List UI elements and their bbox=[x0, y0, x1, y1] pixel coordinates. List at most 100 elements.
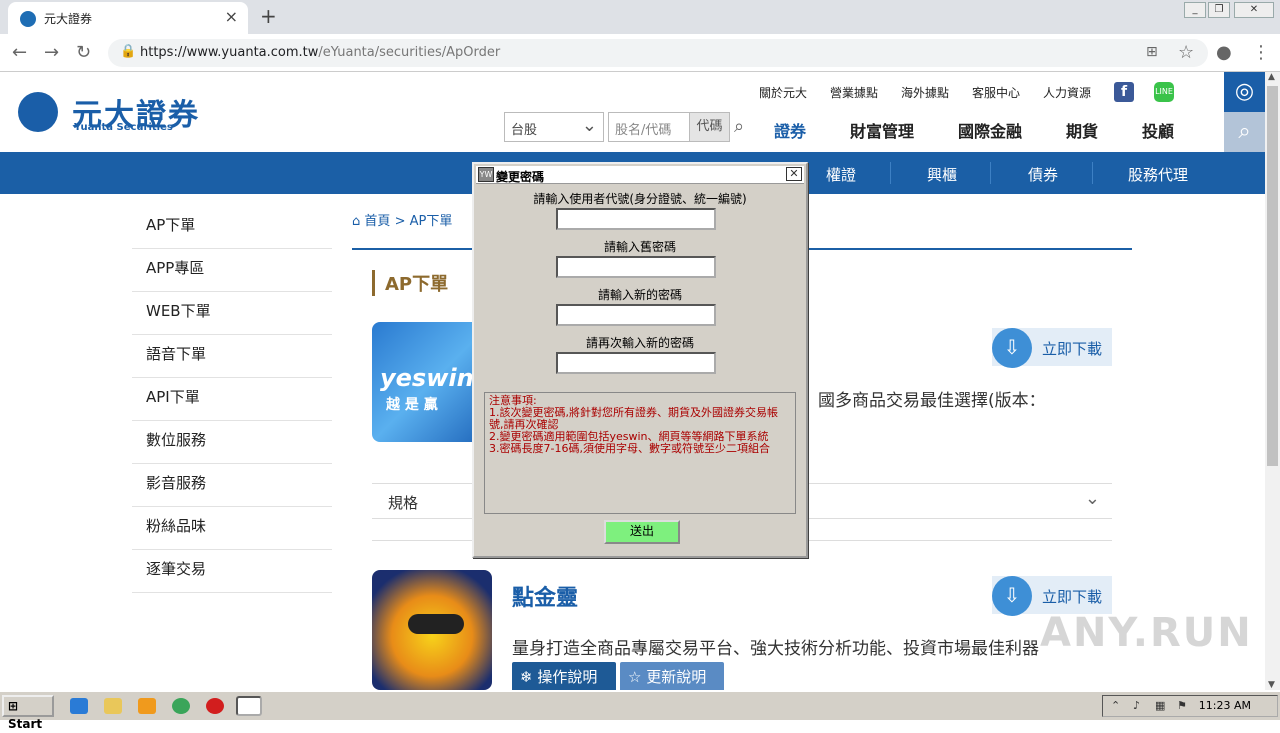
chevron-down-icon: ⌄ bbox=[1084, 488, 1100, 509]
top-link-overseas[interactable]: 海外據點 bbox=[901, 84, 949, 101]
opera-icon[interactable] bbox=[206, 698, 224, 714]
yeswin-task-icon[interactable] bbox=[236, 696, 262, 716]
ie-icon[interactable] bbox=[70, 698, 88, 714]
user-id-label: 請輸入使用者代號(身分證號、統一編號) bbox=[533, 192, 747, 206]
sidebar-item-voice-order[interactable]: 語音下單 bbox=[132, 335, 332, 378]
volume-icon[interactable]: ♪ bbox=[1133, 699, 1140, 712]
sidebar-item-tick-trading[interactable]: 逐筆交易 bbox=[132, 550, 332, 593]
main-nav-international[interactable]: 國際金融 bbox=[958, 118, 1022, 142]
menu-dots-icon[interactable]: ⋮ bbox=[1252, 42, 1270, 63]
logo-subtitle: Yuanta Securities bbox=[74, 122, 173, 133]
scroll-down-icon[interactable]: ▼ bbox=[1268, 680, 1275, 690]
translate-icon[interactable]: ⊞ bbox=[1146, 44, 1158, 60]
breadcrumb: ⌂ 首頁 > AP下單 bbox=[352, 210, 452, 229]
start-label: Start bbox=[8, 717, 43, 731]
user-id-input[interactable] bbox=[556, 208, 716, 230]
breadcrumb-current: AP下單 bbox=[409, 214, 453, 229]
main-nav-wealth[interactable]: 財富管理 bbox=[850, 118, 914, 142]
download-label: 立即下載 bbox=[1042, 340, 1103, 358]
back-icon[interactable]: ← bbox=[12, 42, 27, 63]
browser-address-bar: ← → ↻ 🔒 https://www.yuanta.com.tw/eYuant… bbox=[0, 34, 1280, 72]
market-select-value: 台股 bbox=[511, 123, 538, 138]
line-icon[interactable]: LINE bbox=[1154, 82, 1174, 102]
update-label: 更新說明 bbox=[646, 668, 707, 686]
breadcrumb-separator: > bbox=[394, 214, 410, 229]
dianjinling-title: 點金靈 bbox=[512, 586, 579, 611]
old-password-label: 請輸入舊密碼 bbox=[603, 240, 676, 254]
submit-button[interactable]: 送出 bbox=[604, 520, 680, 544]
site-search-icon[interactable]: ⌕ bbox=[1224, 112, 1265, 152]
sidebar-item-digital-service[interactable]: 數位服務 bbox=[132, 421, 332, 464]
profile-icon[interactable]: ● bbox=[1216, 42, 1232, 63]
main-nav-advisory[interactable]: 投顧 bbox=[1142, 118, 1174, 142]
folder-icon[interactable] bbox=[104, 698, 122, 714]
sidebar-item-api-order[interactable]: API下單 bbox=[132, 378, 332, 421]
main-nav-securities[interactable]: 證券 bbox=[774, 118, 806, 142]
yuanta-logo-icon[interactable] bbox=[18, 92, 58, 132]
operation-guide-button[interactable]: ❄ 操作說明 bbox=[512, 662, 616, 690]
url-bar[interactable]: 🔒 https://www.yuanta.com.tw/eYuanta/secu… bbox=[108, 39, 1208, 67]
confirm-password-input[interactable] bbox=[556, 352, 716, 374]
sub-nav-emerging[interactable]: 興櫃 bbox=[927, 164, 957, 185]
scroll-thumb[interactable] bbox=[1267, 86, 1278, 466]
facebook-icon[interactable]: f bbox=[1114, 82, 1134, 102]
update-notes-button[interactable]: ☆ 更新說明 bbox=[620, 662, 724, 690]
sidebar-item-web-order[interactable]: WEB下單 bbox=[132, 292, 332, 335]
network-icon[interactable]: ▦ bbox=[1155, 699, 1165, 712]
sub-nav-stock-affairs[interactable]: 股務代理 bbox=[1128, 164, 1188, 185]
dianjinling-app-image[interactable] bbox=[372, 570, 492, 690]
sidebar-item-video-service[interactable]: 影音服務 bbox=[132, 464, 332, 507]
chrome-icon[interactable] bbox=[172, 698, 190, 714]
reload-icon[interactable]: ↻ bbox=[76, 42, 91, 63]
flag-icon[interactable]: ⚑ bbox=[1177, 699, 1187, 712]
sidebar-item-ap-order[interactable]: AP下單 bbox=[132, 206, 332, 249]
url-text: https://www.yuanta.com.tw/eYuanta/securi… bbox=[140, 45, 501, 60]
spec-label: 規格 bbox=[388, 494, 419, 512]
dialog-titlebar[interactable]: YW 變更密碼 ✕ bbox=[476, 166, 804, 184]
forward-icon[interactable]: → bbox=[44, 42, 59, 63]
stock-search-input[interactable]: 股名/代碼 bbox=[608, 112, 690, 142]
sub-nav-divider bbox=[990, 162, 991, 184]
download-label: 立即下載 bbox=[1042, 588, 1103, 606]
main-nav-futures[interactable]: 期貨 bbox=[1066, 118, 1098, 142]
old-password-input[interactable] bbox=[556, 256, 716, 278]
new-tab-icon[interactable]: + bbox=[260, 4, 277, 28]
dianjinling-description: 量身打造全商品專屬交易平台、強大技術分析功能、投資市場最佳利器 bbox=[512, 639, 1039, 659]
sub-nav-warrants[interactable]: 權證 bbox=[826, 164, 856, 185]
search-icon[interactable]: ⌕ bbox=[734, 116, 744, 137]
download-button-dianjinling[interactable]: ⇩ 立即下載 bbox=[992, 576, 1112, 616]
breadcrumb-home[interactable]: 首頁 bbox=[364, 214, 390, 229]
media-player-icon[interactable] bbox=[138, 698, 156, 714]
sidebar-item-fans[interactable]: 粉絲品味 bbox=[132, 507, 332, 550]
new-password-label: 請輸入新的密碼 bbox=[597, 288, 682, 302]
top-link-about[interactable]: 關於元大 bbox=[759, 84, 807, 101]
scroll-up-icon[interactable]: ▲ bbox=[1268, 72, 1275, 82]
minimize-icon[interactable]: _ bbox=[1184, 2, 1206, 18]
top-link-branches[interactable]: 營業據點 bbox=[830, 84, 878, 101]
page-scrollbar[interactable]: ▲ ▼ bbox=[1265, 72, 1280, 690]
window-close-icon[interactable]: ✕ bbox=[1234, 2, 1274, 18]
code-button[interactable]: 代碼 bbox=[690, 112, 730, 142]
download-button-yeswin[interactable]: ⇩ 立即下載 bbox=[992, 328, 1112, 368]
section-title: AP下單 bbox=[372, 270, 448, 296]
download-icon: ⇩ bbox=[992, 328, 1032, 368]
sub-nav-bonds[interactable]: 債券 bbox=[1028, 164, 1058, 185]
bookmark-star-icon[interactable]: ☆ bbox=[1178, 42, 1194, 63]
new-password-input[interactable] bbox=[556, 304, 716, 326]
sidebar-item-app[interactable]: APP專區 bbox=[132, 249, 332, 292]
restore-icon[interactable]: ❐ bbox=[1208, 2, 1230, 18]
tab-close-icon[interactable]: × bbox=[225, 7, 238, 26]
top-link-hr[interactable]: 人力資源 bbox=[1043, 84, 1091, 101]
top-link-service[interactable]: 客服中心 bbox=[972, 84, 1020, 101]
home-icon[interactable]: ⌂ bbox=[352, 214, 360, 229]
clock[interactable]: 11:23 AM bbox=[1199, 699, 1251, 712]
yuanta-favicon bbox=[20, 11, 36, 27]
market-select[interactable]: 台股 ⌄ bbox=[504, 112, 604, 142]
dialog-close-icon[interactable]: ✕ bbox=[786, 167, 802, 181]
globe-icon[interactable]: ◎ bbox=[1224, 72, 1265, 112]
browser-tab[interactable]: 元大證券 × bbox=[8, 2, 248, 34]
notice-item-1: 1.該次變更密碼,將針對您所有證券、期貨及外國證券交易帳號,請再次確認 bbox=[489, 406, 778, 431]
start-button[interactable]: ⊞ Start bbox=[2, 695, 54, 731]
tray-expand-icon[interactable]: ⌃ bbox=[1111, 699, 1120, 712]
confirm-password-label: 請再次輸入新的密碼 bbox=[585, 336, 694, 350]
